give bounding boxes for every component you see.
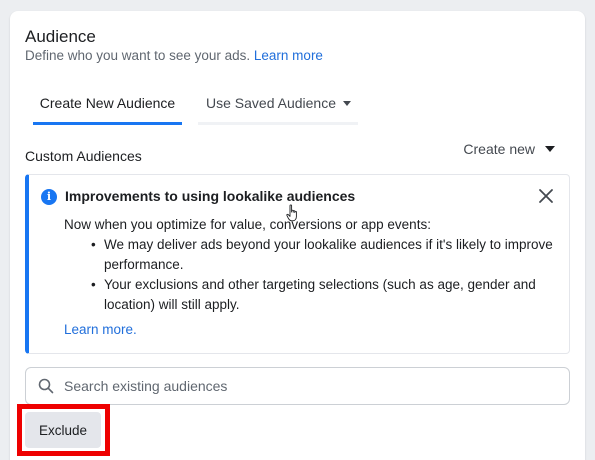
tab-label: Use Saved Audience	[206, 95, 336, 111]
lookalike-notice: i Improvements to using lookalike audien…	[25, 174, 570, 354]
search-box	[25, 367, 570, 405]
tab-use-saved-audience[interactable]: Use Saved Audience	[198, 85, 358, 125]
notice-intro: Now when you optimize for value, convers…	[64, 217, 431, 232]
custom-audiences-label: Custom Audiences	[25, 148, 142, 164]
info-icon: i	[41, 189, 57, 205]
panel-subtitle: Define who you want to see your ads. Lea…	[25, 48, 323, 63]
notice-bullet: We may deliver ads beyond your lookalike…	[64, 235, 554, 275]
learn-more-link[interactable]: Learn more	[254, 48, 323, 63]
audience-panel: Audience Define who you want to see your…	[10, 11, 585, 460]
caret-down-icon	[342, 100, 351, 106]
notice-body: Now when you optimize for value, convers…	[64, 215, 554, 315]
exclude-button[interactable]: Exclude	[25, 412, 101, 448]
hand-cursor-icon	[286, 204, 297, 222]
create-new-label: Create new	[463, 141, 535, 157]
close-icon[interactable]	[537, 187, 555, 205]
search-icon	[38, 378, 54, 394]
create-new-dropdown[interactable]: Create new	[463, 141, 555, 157]
notice-bullet: Your exclusions and other targeting sele…	[64, 275, 554, 315]
caret-down-icon	[545, 146, 555, 153]
panel-title: Audience	[25, 27, 96, 46]
notice-bullets: We may deliver ads beyond your lookalike…	[64, 235, 554, 315]
notice-title: Improvements to using lookalike audience…	[65, 188, 356, 204]
search-audiences-input[interactable]	[64, 368, 559, 404]
tab-create-new-audience[interactable]: Create New Audience	[33, 85, 182, 125]
notice-learn-more-link[interactable]: Learn more.	[64, 322, 137, 337]
subtitle-text: Define who you want to see your ads.	[25, 48, 251, 63]
tab-label: Create New Audience	[39, 95, 176, 111]
